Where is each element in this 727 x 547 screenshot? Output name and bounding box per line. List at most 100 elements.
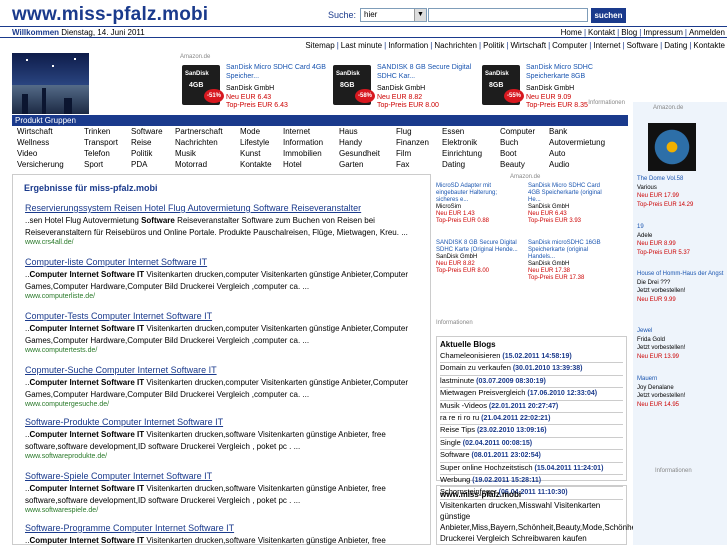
category-link[interactable]: Film	[396, 149, 411, 158]
category-link[interactable]: Nachrichten	[175, 138, 218, 147]
sd-card-image[interactable]: SanDisk 4GB -51%	[182, 65, 224, 105]
nav-home[interactable]: Home	[561, 28, 582, 37]
sd-card-image[interactable]: SanDisk 8GB -58%	[333, 65, 375, 105]
category-link[interactable]: Wirtschaft	[17, 127, 53, 136]
ad-product[interactable]: Mauern Joy Denalane Jetzt vorbestellen! Neu…	[637, 375, 725, 409]
ad-product[interactable]: MicroSD Adapter mit eingebauter Halterun…	[436, 183, 521, 225]
category-link[interactable]: Politik	[131, 149, 152, 158]
ad-product[interactable]: SanDisk microSDHC 16GB Speicherkarte (or…	[528, 240, 613, 282]
nav-impressum[interactable]: Impressum	[643, 28, 683, 37]
ad-product[interactable]: 19 Adele Neu EUR 8.99 Top-Preis EUR 5.37	[637, 223, 725, 257]
blog-title[interactable]: lastminute	[440, 376, 474, 385]
result-title-link[interactable]: Computer-Tests Computer Internet Softwar…	[25, 311, 425, 321]
nav-anmelden[interactable]: Anmelden	[689, 28, 725, 37]
blog-title[interactable]: ra re ri ro ru	[440, 413, 479, 422]
category-link[interactable]: Garten	[339, 160, 363, 169]
chevron-down-icon[interactable]: ▼	[414, 9, 426, 21]
category-link[interactable]: Beauty	[500, 160, 525, 169]
nav-last-minute[interactable]: Last minute	[341, 41, 382, 50]
category-link[interactable]: Buch	[500, 138, 518, 147]
ad-product-title[interactable]: MicroSD Adapter mit eingebauter Halterun…	[436, 183, 521, 204]
category-link[interactable]: Elektronik	[442, 138, 477, 147]
ad-info-link[interactable]: Informationen	[655, 468, 692, 474]
nav-kontakte[interactable]: Kontakte	[693, 41, 725, 50]
blog-item[interactable]: lastminute (03.07.2009 08:30:19)	[440, 376, 623, 389]
ad-product[interactable]: SanDisk 8GB -58% SANDISK 8 GB Secure Digit…	[333, 63, 478, 109]
blog-title[interactable]: Musik -Videos	[440, 401, 487, 410]
sd-card-image[interactable]: SanDisk 8GB -55%	[482, 65, 524, 105]
category-link[interactable]: Internet	[283, 127, 310, 136]
ad-product-title[interactable]: The Dome Vol.58	[637, 175, 725, 184]
category-link[interactable]: Lifestyle	[240, 138, 269, 147]
nav-information[interactable]: Information	[388, 41, 428, 50]
result-title-link[interactable]: Computer-liste Computer Internet Softwar…	[25, 257, 425, 267]
ad-product[interactable]: SanDisk 4GB -51% SanDisk Micro SDHC Card 4…	[182, 63, 327, 109]
category-link[interactable]: Reise	[131, 138, 151, 147]
result-title-link[interactable]: Software-Spiele Computer Internet Softwa…	[25, 471, 425, 481]
cd-cover-image[interactable]	[648, 123, 696, 171]
blog-item[interactable]: Single (02.04.2011 00:08:15)	[440, 438, 623, 451]
category-link[interactable]: Trinken	[84, 127, 110, 136]
ad-product-title[interactable]: SanDisk Micro SDHC Card 4GB Speicherkart…	[528, 183, 613, 204]
result-url[interactable]: www.computertests.de/	[25, 347, 425, 354]
result-title-link[interactable]: Software-Programme Computer Internet Sof…	[25, 523, 425, 533]
blog-title[interactable]: Domain zu verkaufen	[440, 363, 511, 372]
search-scope-select[interactable]: hier ▼	[360, 8, 427, 22]
nav-politik[interactable]: Politik	[483, 41, 504, 50]
search-button[interactable]: suchen	[591, 8, 626, 23]
ad-product-title[interactable]: SanDisk Micro SDHC Card 4GB Speicher...	[226, 63, 326, 81]
category-link[interactable]: Software	[131, 127, 163, 136]
nav-nachrichten[interactable]: Nachrichten	[434, 41, 477, 50]
nav-sitemap[interactable]: Sitemap	[305, 41, 334, 50]
ad-product-title[interactable]: SANDISK 8 GB Secure Digital SDHC Karte (…	[436, 240, 521, 254]
ad-product[interactable]: House of Homm-Haus der Angst Die Drei ???…	[637, 270, 725, 304]
blog-title[interactable]: Software	[440, 450, 470, 459]
ad-product-title[interactable]: SANDISK 8 GB Secure Digital SDHC Kar...	[377, 63, 477, 81]
blog-item[interactable]: Super online Hochzeitstisch (15.04.2011 …	[440, 463, 623, 476]
category-link[interactable]: Handy	[339, 138, 362, 147]
category-link[interactable]: Fax	[396, 160, 409, 169]
category-link[interactable]: Essen	[442, 127, 464, 136]
blog-item[interactable]: Reise Tips (23.02.2010 13:09:16)	[440, 425, 623, 438]
nav-wirtschaft[interactable]: Wirtschaft	[511, 41, 547, 50]
blog-item[interactable]: Mietwagen Preisvergleich (17.06.2010 12:…	[440, 388, 623, 401]
blog-title[interactable]: Super online Hochzeitstisch	[440, 463, 533, 472]
category-link[interactable]: Dating	[442, 160, 465, 169]
ad-product-title[interactable]: House of Homm-Haus der Angst	[637, 270, 725, 279]
category-link[interactable]: Information	[283, 138, 323, 147]
category-link[interactable]: Audio	[549, 160, 569, 169]
category-link[interactable]: Kunst	[240, 149, 260, 158]
nav-computer[interactable]: Computer	[552, 41, 587, 50]
category-link[interactable]: Computer	[500, 127, 535, 136]
ad-product-title[interactable]: Mauern	[637, 375, 725, 384]
category-link[interactable]: Autovermietung	[549, 138, 605, 147]
blog-item[interactable]: Musik -Videos (22.01.2011 20:27:47)	[440, 401, 623, 414]
nav-internet[interactable]: Internet	[593, 41, 620, 50]
result-url[interactable]: www.crs4all.de/	[25, 239, 425, 246]
result-url[interactable]: www.computergesuche.de/	[25, 401, 425, 408]
blog-title[interactable]: Werbung	[440, 475, 470, 484]
nav-blog[interactable]: Blog	[621, 28, 637, 37]
category-link[interactable]: Transport	[84, 138, 118, 147]
ad-info-link[interactable]: Informationen	[588, 100, 625, 106]
blog-title[interactable]: Reise Tips	[440, 425, 475, 434]
category-link[interactable]: Immobilien	[283, 149, 322, 158]
result-url[interactable]: www.computerliste.de/	[25, 293, 425, 300]
search-input[interactable]	[428, 8, 588, 22]
category-link[interactable]: Finanzen	[396, 138, 429, 147]
nav-kontakt[interactable]: Kontakt	[588, 28, 615, 37]
blog-item[interactable]: Chameleonisieren (15.02.2011 14:58:19)	[440, 351, 623, 364]
ad-product-title[interactable]: SanDisk microSDHC 16GB Speicherkarte (or…	[528, 240, 613, 261]
blog-title[interactable]: Chameleonisieren	[440, 351, 500, 360]
nav-software[interactable]: Software	[627, 41, 659, 50]
category-link[interactable]: Wellness	[17, 138, 49, 147]
category-link[interactable]: Sport	[84, 160, 103, 169]
category-link[interactable]: Hotel	[283, 160, 302, 169]
category-link[interactable]: Gesundheit	[339, 149, 380, 158]
category-link[interactable]: Video	[17, 149, 37, 158]
ad-info-link[interactable]: Informationen	[436, 320, 473, 326]
ad-product-title[interactable]: Jewel	[637, 327, 725, 336]
category-link[interactable]: Partnerschaft	[175, 127, 223, 136]
category-link[interactable]: Einrichtung	[442, 149, 482, 158]
category-link[interactable]: Bank	[549, 127, 567, 136]
